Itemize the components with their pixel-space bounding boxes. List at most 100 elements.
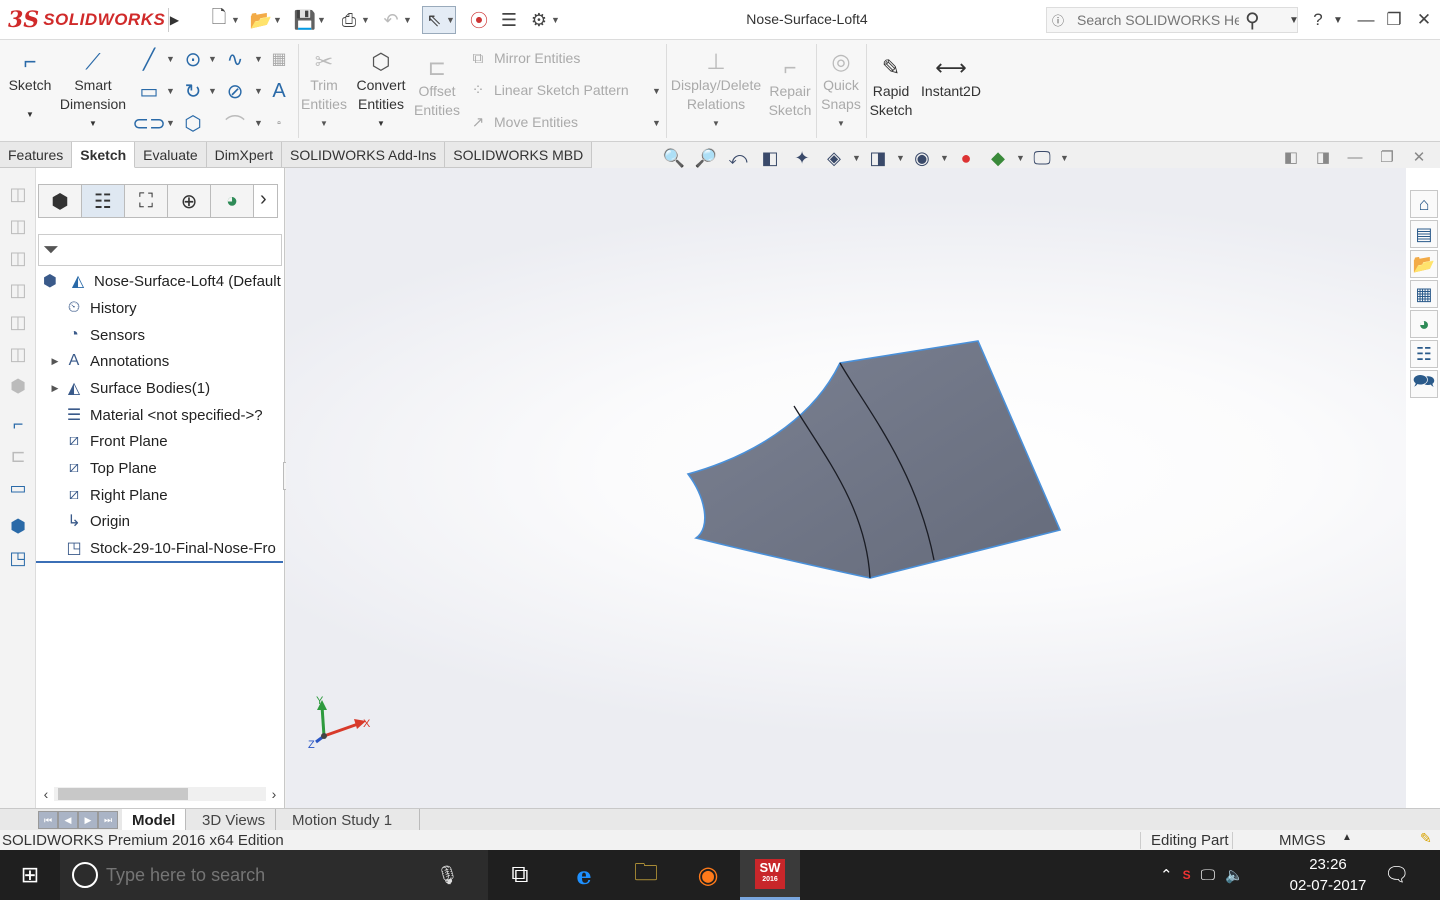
chevron-down-icon[interactable]: ▼ — [166, 86, 175, 96]
chevron-down-icon[interactable]: ▼ — [896, 153, 905, 163]
part-icon[interactable]: ⬢ — [6, 514, 30, 538]
search-icon[interactable]: ⚲ — [1245, 8, 1260, 33]
tab-motion-study-1[interactable]: Motion Study 1 — [282, 809, 420, 831]
help-menu-dropdown[interactable]: ▼ — [1326, 8, 1350, 32]
scroll-right-icon[interactable]: › — [266, 786, 282, 802]
solidworks-tray-icon[interactable]: S — [1183, 868, 1191, 882]
minimize-doc-icon[interactable]: — — [1344, 146, 1366, 168]
select-button[interactable]: ⇖ ▼ — [422, 6, 456, 34]
unit-system-selector[interactable]: MMGS — [1232, 832, 1412, 849]
tree-item-material[interactable]: ☰ Material <not specified->? — [48, 402, 295, 428]
search-options-dropdown[interactable]: ▼ — [1282, 8, 1306, 32]
tree-item-sensors[interactable]: ◔ Sensors — [48, 322, 295, 348]
convert-entities-button[interactable]: ⬡ Convert Entities ▼ — [352, 46, 410, 133]
close-doc-icon[interactable]: ✕ — [1408, 146, 1430, 168]
offset-entities-button[interactable]: ⊏ Offset Entities — [410, 52, 464, 120]
solidworks-forum-icon[interactable]: 🗪 — [1410, 370, 1438, 398]
solidworks-taskbar-button[interactable]: SW 2016 — [740, 850, 800, 900]
custom-properties-icon[interactable]: ☷ — [1410, 340, 1438, 368]
print-button[interactable]: ⎙ ▼ — [338, 6, 370, 34]
volume-icon[interactable]: 🔈 — [1225, 866, 1244, 884]
spline-icon[interactable]: ∿ — [224, 48, 246, 71]
undo-button[interactable]: ↶ ▼ — [380, 6, 411, 34]
next-tab-icon[interactable]: ▶ — [78, 811, 98, 829]
dimxpert-manager-tab-icon[interactable]: ⊕ — [168, 185, 211, 217]
view-palette-icon[interactable]: ▦ — [1410, 280, 1438, 308]
tree-item-top-plane[interactable]: ⧄ Top Plane — [48, 455, 295, 481]
tab-dimxpert[interactable]: DimXpert — [206, 142, 283, 168]
expand-arrow-icon[interactable]: ▶ — [48, 383, 62, 394]
quick-snaps-button[interactable]: ◎ Quick Snaps ▼ — [818, 46, 864, 133]
line-icon[interactable]: ╱ — [138, 48, 160, 71]
point-grid-icon[interactable]: ▦ — [268, 48, 290, 70]
collapse-left-icon[interactable]: ◧ — [1280, 146, 1302, 168]
new-button[interactable]: 🗋 ▼ — [208, 6, 240, 34]
rebuild-button[interactable]: ⦿ — [468, 6, 490, 34]
task-view-button[interactable]: ⧉ — [490, 850, 550, 900]
linear-sketch-pattern-button[interactable]: ⁘ Linear Sketch Pattern — [468, 80, 629, 100]
instant2d-button[interactable]: ⟷ Instant2D — [918, 52, 984, 101]
fillet-icon[interactable]: ⌒ — [224, 112, 246, 137]
polygon-icon[interactable]: ⬡ — [182, 112, 204, 135]
help-search-input[interactable] — [1069, 12, 1239, 28]
rebuild-lamp-icon[interactable]: ✎ — [1420, 830, 1432, 847]
chevron-down-icon[interactable]: ▼ — [254, 54, 263, 64]
sketch-button[interactable]: ⌐ Sketch ▼ — [4, 46, 56, 124]
design-library-icon[interactable]: ▤ — [1410, 220, 1438, 248]
help-circle-icon[interactable]: ⓘ — [1047, 9, 1069, 31]
rapid-sketch-button[interactable]: ✎ Rapid Sketch — [866, 52, 916, 120]
chevron-down-icon[interactable]: ▼ — [254, 86, 263, 96]
file-properties-button[interactable]: ☰ — [498, 6, 520, 34]
configuration-manager-tab-icon[interactable]: ⛶ — [125, 185, 168, 217]
save-button[interactable]: 💾 ▼ — [294, 6, 326, 34]
tab-sketch[interactable]: Sketch — [72, 142, 136, 168]
cortana-icon[interactable] — [72, 862, 98, 888]
network-icon[interactable]: 🖵 — [1201, 867, 1215, 884]
rollback-bar[interactable] — [36, 561, 283, 563]
expand-arrow-icon[interactable]: ▶ — [48, 356, 62, 367]
tab-model[interactable]: Model — [122, 809, 187, 831]
view-top-icon[interactable]: ◫ — [6, 246, 30, 270]
show-hidden-icons-icon[interactable]: ⌃ — [1160, 866, 1173, 884]
microphone-icon[interactable]: 🎙 — [436, 865, 459, 886]
tree-item-front-plane[interactable]: ⧄ Front Plane — [48, 428, 295, 454]
action-center-icon[interactable]: 🗨 — [1384, 862, 1409, 887]
chevron-down-icon[interactable]: ▼ — [254, 118, 263, 128]
stock-part-icon[interactable]: ◳ — [6, 546, 30, 570]
tab-evaluate[interactable]: Evaluate — [135, 142, 207, 168]
appearances-scenes-icon[interactable]: ◕ — [1410, 310, 1438, 338]
chevron-right-icon[interactable]: › — [260, 188, 267, 211]
chevron-down-icon[interactable]: ▼ — [852, 153, 861, 163]
chevron-down-icon[interactable]: ▼ — [1016, 153, 1025, 163]
chevron-down-icon[interactable]: ▼ — [652, 86, 661, 96]
display-manager-tab-icon[interactable]: ◕ — [211, 185, 254, 217]
mirror-entities-button[interactable]: ⧉ Mirror Entities — [468, 48, 581, 68]
menu-expand-arrow[interactable]: ▶ — [168, 8, 180, 32]
chevron-up-icon[interactable]: ▲ — [1342, 832, 1352, 843]
options-button[interactable]: ⚙ ▼ — [528, 6, 560, 34]
taskbar-search-input[interactable] — [106, 864, 436, 886]
firefox-button[interactable]: ◉ — [678, 850, 738, 900]
chevron-down-icon[interactable]: ▼ — [208, 86, 217, 96]
scroll-left-icon[interactable]: ‹ — [38, 786, 54, 802]
windows-start-button[interactable]: ⊞ — [0, 850, 60, 900]
point-icon[interactable]: ▫ — [268, 112, 290, 134]
sketch-icon[interactable]: ⌐ — [6, 412, 30, 436]
view-front-icon[interactable]: ◫ — [6, 214, 30, 238]
feature-manager-tab-icon[interactable]: ⬢ — [39, 185, 82, 217]
chevron-down-icon[interactable]: ▼ — [652, 118, 661, 128]
chevron-down-icon[interactable]: ▼ — [166, 54, 175, 64]
tree-item-right-plane[interactable]: ⧄ Right Plane — [48, 482, 295, 508]
file-explorer-button[interactable]: 🗀 — [616, 850, 676, 900]
3d-sketch-icon[interactable]: ⊏ — [6, 444, 30, 468]
repair-sketch-button[interactable]: ⌐ Repair Sketch — [766, 52, 814, 120]
tab-features[interactable]: Features — [0, 142, 73, 168]
solidworks-resources-icon[interactable]: ⌂ — [1410, 190, 1438, 218]
scroll-track[interactable] — [54, 787, 266, 801]
edge-browser-button[interactable]: e — [554, 850, 614, 900]
previous-tab-icon[interactable]: ◀ — [58, 811, 78, 829]
display-delete-relations-button[interactable]: ⊥ Display/Delete Relations ▼ — [668, 46, 764, 133]
view-back-icon[interactable]: ◫ — [6, 342, 30, 366]
tree-root-part[interactable]: ⬢ ◭ Nose-Surface-Loft4 (Default — [38, 268, 285, 294]
first-tab-icon[interactable]: ⏮ — [38, 811, 58, 829]
